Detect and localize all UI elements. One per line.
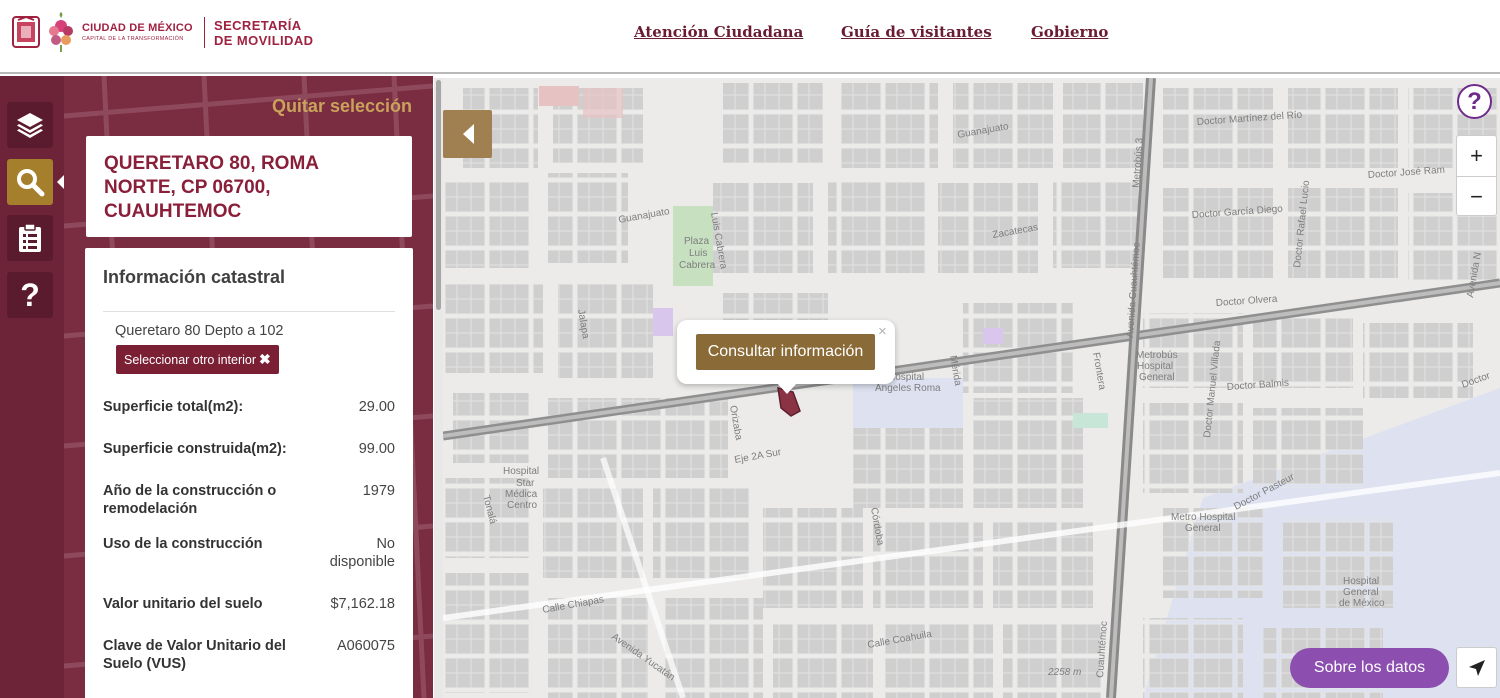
- header: CIUDAD DE MÉXICO CAPITAL DE LA TRANSFORM…: [0, 0, 1500, 74]
- brand-city-name: CIUDAD DE MÉXICO: [82, 22, 193, 34]
- info-row-valor-unitario: Valor unitario del suelo $7,162.18: [103, 595, 395, 613]
- map-label: Hospital: [1343, 576, 1379, 587]
- map-label: Cabrera: [679, 260, 716, 271]
- map-label: Hospital: [503, 466, 539, 477]
- info-row-value: 29.00: [358, 399, 395, 415]
- address-text: QUERETARO 80, ROMA NORTE, CP 06700, CUAU…: [104, 153, 319, 222]
- map-label: Star: [516, 478, 535, 489]
- help-rail-button[interactable]: ?: [7, 272, 53, 318]
- info-row-anio-construccion: Año de la construcción o remodelación 19…: [103, 482, 395, 518]
- info-row-superficie-total: Superficie total(m2): 29.00: [103, 398, 395, 416]
- popup-close-button[interactable]: ×: [878, 323, 887, 340]
- search-icon: [17, 169, 45, 197]
- map-label: General: [1139, 372, 1175, 383]
- interior-name: Queretaro 80 Depto a 102: [115, 323, 284, 339]
- layers-button[interactable]: [7, 102, 53, 148]
- zoom-control: + −: [1456, 135, 1497, 216]
- info-row-superficie-construida: Superficie construida(m2): 99.00: [103, 440, 395, 458]
- clipboard-icon: [19, 223, 41, 252]
- map-label: General: [1185, 523, 1221, 534]
- nav-gobierno[interactable]: Gobierno: [1031, 23, 1108, 41]
- nav-guia-visitantes[interactable]: Guía de visitantes: [841, 23, 992, 41]
- info-row-value: $7,162.18: [330, 596, 395, 612]
- panel-scrollbar-thumb[interactable]: [436, 80, 441, 310]
- nav-atencion-ciudadana[interactable]: Atención Ciudadana: [634, 23, 803, 41]
- close-x-icon: ✖: [259, 351, 271, 367]
- map-label: Centro: [507, 500, 537, 511]
- info-row-value: 1979: [362, 483, 395, 499]
- cadastral-info-card: Información catastral Queretaro 80 Depto…: [85, 248, 413, 698]
- zoom-out-button[interactable]: −: [1457, 177, 1496, 217]
- brand-secretaria-line2: DE MOVILIDAD: [214, 33, 314, 48]
- info-row-value: 99.00: [358, 441, 395, 457]
- map-canvas[interactable]: Guanajuato Guanajuato Zacatecas Plaza Lu…: [443, 78, 1500, 698]
- zoom-in-button[interactable]: +: [1457, 136, 1496, 176]
- brand-secretaria: SECRETARÍA DE MOVILIDAD: [214, 18, 313, 48]
- brand-secretaria-line1: SECRETARÍA: [214, 18, 302, 33]
- brand-divider: [204, 17, 205, 48]
- cadastral-info-title: Información catastral: [103, 267, 286, 287]
- map-label: General: [1343, 587, 1379, 598]
- map-popup-tip: [777, 383, 797, 394]
- map-label: Plaza: [684, 236, 709, 247]
- map-label: Metro Hospital: [1171, 512, 1235, 523]
- svg-text:?: ?: [20, 279, 40, 311]
- map-label: Luis: [689, 248, 707, 259]
- report-button[interactable]: [7, 215, 53, 261]
- address-card: QUERETARO 80, ROMA NORTE, CP 06700, CUAU…: [86, 136, 412, 237]
- info-row-label: Valor unitario del suelo: [103, 596, 263, 612]
- info-row-label: Uso de la construcción: [103, 536, 263, 552]
- info-row-value: No disponible: [329, 536, 395, 570]
- select-other-interior-button[interactable]: Seleccionar otro interior ✖: [116, 345, 279, 374]
- info-row-clave-vus: Clave de Valor Unitario del Suelo (VUS) …: [103, 637, 395, 673]
- layers-icon: [17, 113, 43, 138]
- info-row-label: Clave de Valor Unitario del Suelo (VUS): [103, 638, 286, 672]
- info-row-value: A060075: [336, 638, 395, 654]
- map-label: Hospital: [1137, 361, 1173, 372]
- location-arrow-icon: [1468, 659, 1485, 676]
- about-data-button[interactable]: Sobre los datos: [1290, 648, 1449, 688]
- map-help-button[interactable]: ?: [1457, 84, 1492, 119]
- cdmx-flower-logo: [49, 12, 73, 52]
- cadastral-info-divider: [103, 311, 395, 312]
- consult-info-button[interactable]: Consultar información: [696, 334, 875, 370]
- map-label: de México: [1339, 598, 1385, 609]
- info-row-label: Superficie construida(m2):: [103, 441, 287, 457]
- info-row-label: Año de la construcción o remodelación: [103, 483, 277, 517]
- search-button[interactable]: [7, 159, 53, 205]
- clear-selection-link[interactable]: Quitar selección: [272, 96, 412, 117]
- map-label: Médica: [505, 489, 538, 500]
- panel-scrollbar[interactable]: [434, 78, 443, 698]
- collapse-panel-button[interactable]: [443, 110, 492, 158]
- locate-me-button[interactable]: [1456, 647, 1497, 688]
- search-results-panel: Quitar selección QUERETARO 80, ROMA NORT…: [64, 76, 433, 698]
- map-label: 2258 m: [1047, 667, 1081, 678]
- map-label: Metrobús: [1136, 350, 1178, 361]
- select-other-interior-label: Seleccionar otro interior: [124, 352, 257, 367]
- tool-rail: ?: [0, 76, 64, 698]
- cdmx-seal-logo: [12, 16, 40, 48]
- help-icon: ?: [20, 279, 40, 311]
- info-row-label: Superficie total(m2):: [103, 399, 244, 415]
- chevron-left-icon: [462, 124, 474, 144]
- info-row-uso-construccion: Uso de la construcción No disponible: [103, 535, 395, 571]
- basemap: Guanajuato Guanajuato Zacatecas Plaza Lu…: [443, 78, 1500, 698]
- brand-city-tagline: CAPITAL DE LA TRANSFORMACIÓN: [82, 36, 184, 42]
